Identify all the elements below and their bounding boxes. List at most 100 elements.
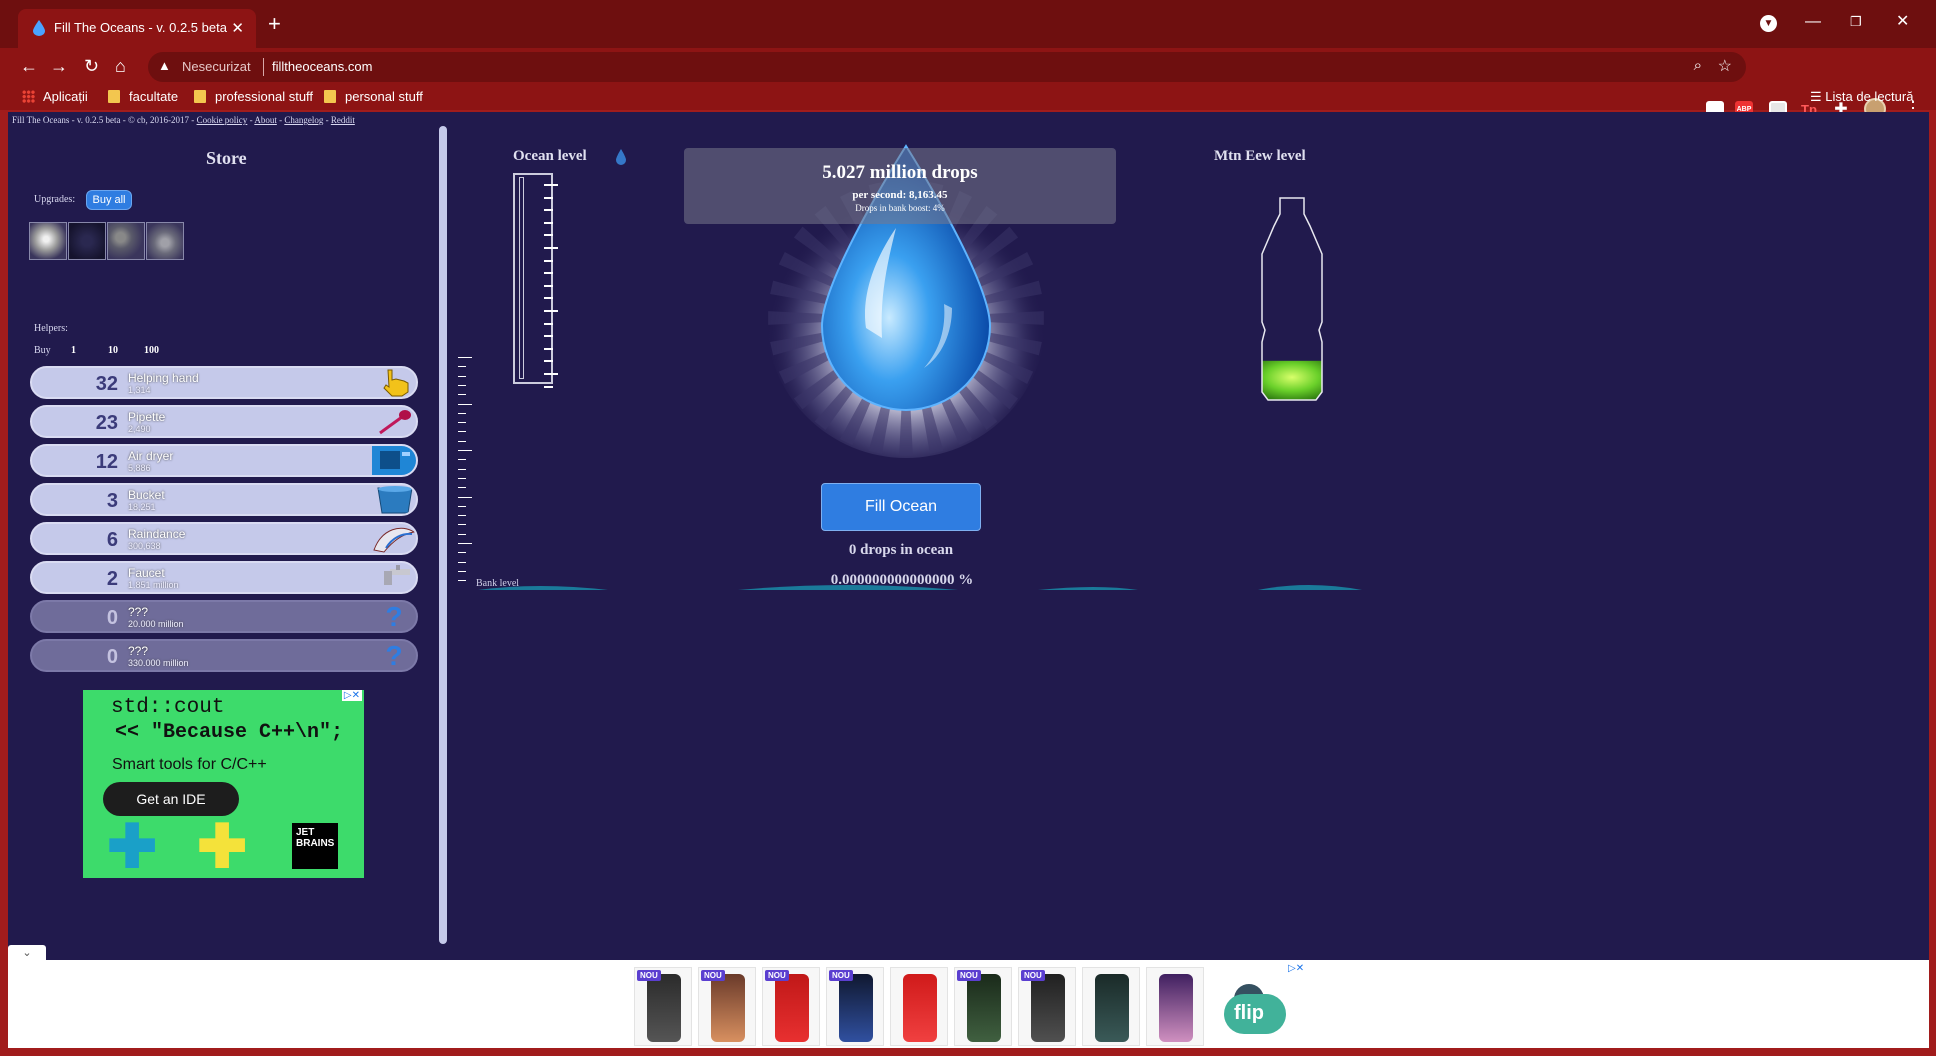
new-badge: NOU (637, 970, 661, 981)
ocean-level-tick (544, 196, 553, 199)
phone-product[interactable] (1082, 967, 1140, 1046)
helper-air-dryer[interactable]: 12 Air dryer 5,886 (30, 444, 418, 477)
new-badge: NOU (1021, 970, 1045, 981)
buy-qty-100[interactable]: 100 (144, 345, 159, 356)
bank-level-tick (458, 524, 466, 526)
ocean-level-tick (544, 373, 558, 375)
air-dryer-icon (372, 446, 416, 475)
chevron-down-icon[interactable]: ⌄ (8, 945, 46, 961)
phone-product[interactable]: NOU (634, 967, 692, 1046)
ide-advertisement[interactable]: ▷✕ std::cout << "Because C++\n"; Smart t… (83, 690, 364, 878)
warning-icon[interactable]: ▲ (158, 58, 174, 74)
store-scrollbar[interactable] (439, 126, 447, 944)
drops-total: 5.027 million drops (822, 162, 978, 183)
folder-icon (194, 90, 206, 103)
helper-bucket[interactable]: 3 Bucket 18,251 (30, 483, 418, 516)
new-tab-icon[interactable]: + (268, 12, 281, 36)
ocean-level-tick (544, 284, 553, 287)
drops-in-ocean: 0 drops in ocean (848, 542, 954, 558)
helper-locked-1[interactable]: 0 ??? 20.000 million ? (30, 600, 418, 633)
helper-price: 330.000 million (128, 658, 189, 668)
zoom-icon[interactable]: ⌕ (1694, 57, 1702, 74)
bank-level-waves (478, 585, 1362, 590)
helper-price: 18,251 (128, 502, 156, 512)
bank-level-tick (458, 366, 466, 368)
phone-product[interactable]: NOU (698, 967, 756, 1046)
tab-title: Fill The Oceans - v. 0.2.5 beta (54, 20, 227, 35)
ocean-level-tick (544, 259, 553, 262)
phone-product[interactable]: NOU (954, 967, 1012, 1046)
bottle-level-label: Mtn Eew level (1214, 148, 1306, 164)
bank-level-tick (458, 403, 472, 405)
about-link[interactable]: About (254, 115, 277, 125)
pipette-icon (379, 410, 411, 435)
helper-pipette[interactable]: 23 Pipette 2,490 (30, 405, 418, 438)
bank-level-tick (458, 357, 472, 358)
phone-image (967, 974, 1001, 1042)
tab-search-icon[interactable]: ▼ (1760, 15, 1777, 32)
minimize-icon[interactable]: — (1805, 12, 1821, 32)
helper-price: 1,314 (128, 385, 151, 395)
game-page: Fill The Oceans - v. 0.2.5 beta - © cb, … (8, 112, 1929, 960)
back-icon[interactable]: ← (20, 54, 38, 78)
helper-count: 6 (106, 529, 118, 551)
bookmark-apps[interactable]: Aplicații (22, 89, 88, 104)
address-bar[interactable]: ▲ Nesecurizat filltheoceans.com ⌕ ☆ (148, 52, 1746, 82)
ocean-level-tick (544, 272, 553, 275)
bank-level-tick (458, 468, 466, 470)
restore-icon[interactable]: ❐ (1850, 12, 1862, 32)
home-icon[interactable]: ⌂ (115, 54, 126, 78)
bookmark-star-icon[interactable]: ☆ (1718, 56, 1732, 76)
url-text[interactable]: filltheoceans.com (272, 59, 372, 74)
browser-tab[interactable]: Fill The Oceans - v. 0.2.5 beta ✕ (18, 9, 256, 48)
helper-name: Helping hand (128, 371, 199, 385)
phone-product[interactable] (1146, 967, 1204, 1046)
phone-product[interactable]: NOU (762, 967, 820, 1046)
get-ide-button[interactable]: Get an IDE (103, 782, 239, 816)
helper-price: 5,886 (128, 463, 151, 473)
phone-product[interactable]: NOU (826, 967, 884, 1046)
helper-faucet[interactable]: 2 Faucet 1.851 million (30, 561, 418, 594)
upgrades-label: Upgrades: (34, 194, 76, 205)
water-drop-icon (616, 149, 626, 165)
ad-choices-icon[interactable]: ▷✕ (341, 690, 362, 701)
buy-all-button[interactable]: Buy all (86, 190, 132, 210)
phone-product[interactable]: NOU (1018, 967, 1076, 1046)
forward-icon[interactable]: → (50, 54, 68, 78)
bookmark-professional-stuff[interactable]: professional stuff (194, 89, 313, 104)
ocean-level-fill (519, 177, 524, 379)
ocean-level-tick (544, 322, 553, 325)
bookmark-facultate[interactable]: facultate (108, 89, 178, 104)
helper-helping-hand[interactable]: 32 Helping hand 1,314 (30, 366, 418, 399)
bookmark-personal-stuff[interactable]: personal stuff (324, 89, 423, 104)
upgrade-feather[interactable] (29, 222, 67, 260)
flip-logo[interactable]: flip (1214, 974, 1296, 1036)
fill-ocean-button[interactable]: Fill Ocean (821, 483, 981, 531)
window-close-icon[interactable]: ✕ (1896, 12, 1909, 32)
buy-qty-10[interactable]: 10 (108, 345, 118, 356)
reading-list[interactable]: ☰ Lista de lectură (1810, 89, 1913, 105)
helper-count: 12 (95, 451, 118, 473)
ocean-level-meter (513, 173, 553, 384)
drops-stats-panel: 5.027 million drops per second: 8,163.45… (684, 148, 1116, 224)
changelog-link[interactable]: Changelog (284, 115, 323, 125)
cookie-policy-link[interactable]: Cookie policy (197, 115, 248, 125)
security-label[interactable]: Nesecurizat (182, 59, 251, 74)
upgrade-mist[interactable] (146, 222, 184, 260)
buy-qty-1[interactable]: 1 (71, 345, 76, 356)
reddit-link[interactable]: Reddit (331, 115, 355, 125)
ad-choices-icon[interactable]: ▷✕ (1288, 963, 1304, 974)
phone-image (775, 974, 809, 1042)
phone-image (1031, 974, 1065, 1042)
helper-count: 32 (95, 373, 118, 395)
upgrade-dark[interactable] (68, 222, 106, 260)
tab-close-icon[interactable]: ✕ (231, 19, 244, 37)
helper-raindance[interactable]: 6 Raindance 300,638 (30, 522, 418, 555)
phone-image (839, 974, 873, 1042)
helper-price: 300,638 (128, 541, 161, 551)
phone-product[interactable] (890, 967, 948, 1046)
phones-advertisement[interactable]: NOU NOU NOU NOU NOU NOU flip ▷✕ (8, 960, 1929, 1048)
reload-icon[interactable]: ↻ (84, 54, 99, 78)
helper-locked-2[interactable]: 0 ??? 330.000 million ? (30, 639, 418, 672)
upgrade-gears[interactable] (107, 222, 145, 260)
